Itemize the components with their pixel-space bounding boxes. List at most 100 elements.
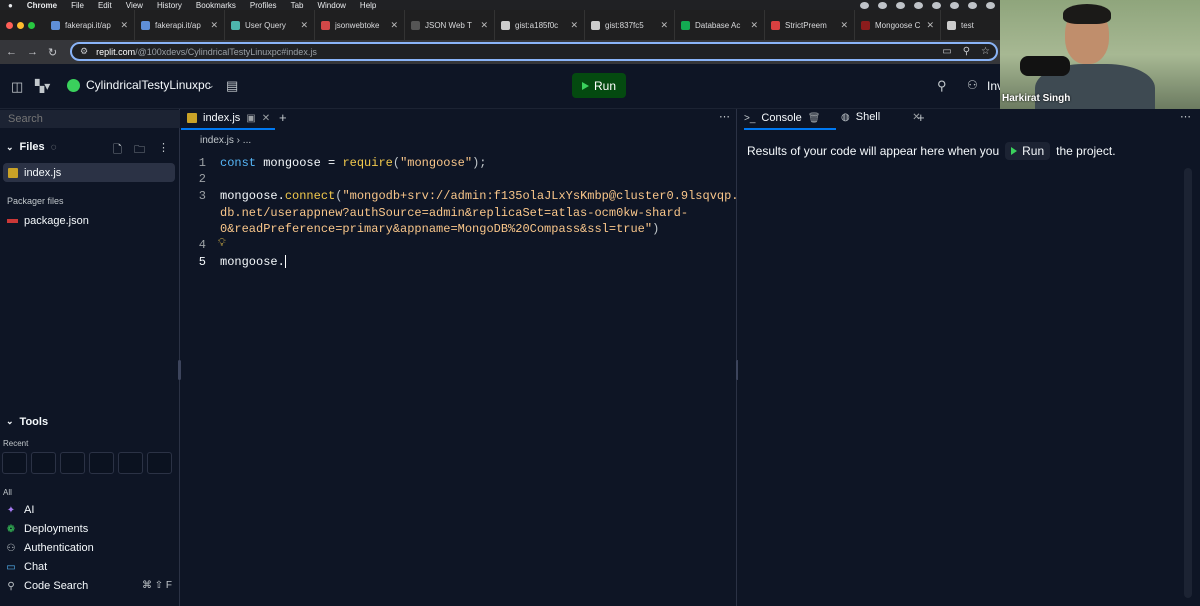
code-line-3-wrap-2[interactable]: 0&readPreference=primary&appname=MongoDB…	[220, 222, 659, 236]
menu-history[interactable]: History	[157, 1, 182, 10]
console-scrollbar[interactable]	[1184, 168, 1192, 598]
menu-file[interactable]: File	[71, 1, 84, 10]
menu-view[interactable]: View	[126, 1, 143, 10]
new-tab-icon[interactable]: +	[279, 110, 287, 125]
tab-shell[interactable]: ◍ Shell ✕	[841, 111, 921, 123]
recent-tool-slot[interactable]	[118, 452, 143, 474]
file-item-package-json[interactable]: package.json	[7, 215, 89, 227]
tab-console[interactable]: >_ Console 🗑︎	[744, 108, 836, 130]
close-tab-icon[interactable]: ✕	[480, 20, 488, 31]
minimize-window-icon[interactable]	[17, 21, 24, 29]
zoom-icon[interactable]: ⚲	[963, 46, 970, 57]
recent-tool-slot[interactable]	[60, 452, 85, 474]
browser-tab[interactable]: User Query ✕	[225, 10, 315, 40]
close-tab-icon[interactable]: ✕	[926, 20, 934, 31]
split-pane-icon[interactable]: ▣	[246, 113, 255, 124]
reload-icon[interactable]: ↻	[48, 46, 57, 59]
editor-tab-index-js[interactable]: index.js ▣ ✕	[181, 108, 275, 130]
keyboard-shortcut: ⌘ ⇧ F	[142, 580, 173, 591]
recent-tool-slot[interactable]	[2, 452, 27, 474]
browser-tab[interactable]: fakerapi.it/ap ✕	[135, 10, 225, 40]
console-run-button[interactable]: Run	[1005, 142, 1051, 160]
menu-window[interactable]: Window	[317, 1, 345, 10]
browser-tab[interactable]: Mongoose C ✕	[855, 10, 941, 40]
status-icon[interactable]	[986, 1, 995, 9]
maximize-window-icon[interactable]	[28, 21, 35, 29]
cast-icon[interactable]: ▭	[942, 46, 951, 57]
close-tab-icon[interactable]: ✕	[660, 20, 668, 31]
sidebar-search-input[interactable]	[0, 110, 180, 128]
code-line-3-wrap-1[interactable]: db.net/userappnew?authSource=admin&repli…	[220, 206, 688, 220]
lightbulb-icon[interactable]: 💡︎	[218, 237, 226, 250]
code-line-3[interactable]: mongoose.connect("mongodb+srv://admin:f1…	[220, 189, 775, 203]
menu-bookmarks[interactable]: Bookmarks	[196, 1, 236, 10]
browser-tab[interactable]: gist:837fc5 ✕	[585, 10, 675, 40]
close-tab-icon[interactable]: ✕	[570, 20, 578, 31]
status-icon[interactable]	[860, 1, 869, 9]
more-options-icon[interactable]: ⋮	[158, 141, 169, 154]
status-icon[interactable]	[878, 1, 887, 9]
new-file-icon[interactable]: 🗋	[113, 141, 122, 160]
invite-user-icon[interactable]: ⚇	[967, 78, 978, 92]
browser-tab[interactable]: fakerapi.it/ap ✕	[45, 10, 135, 40]
status-icon[interactable]	[968, 1, 977, 9]
code-line-1[interactable]: const mongoose = require("mongoose");	[220, 156, 486, 170]
presenter-hair	[1063, 4, 1111, 24]
status-icon[interactable]	[914, 1, 923, 9]
menu-profiles[interactable]: Profiles	[250, 1, 277, 10]
more-options-icon[interactable]: ⋯	[1180, 110, 1191, 123]
workspace-menu-icon[interactable]: ▚▾	[35, 79, 50, 93]
breadcrumb[interactable]: index.js › ...	[200, 135, 251, 146]
recent-tool-slot[interactable]	[147, 452, 172, 474]
status-icon[interactable]	[932, 1, 941, 9]
close-tab-icon[interactable]: ✕	[390, 20, 398, 31]
new-tab-icon[interactable]: +	[917, 110, 925, 125]
tool-chat[interactable]: ▭ Chat	[6, 561, 47, 573]
status-icon[interactable]	[950, 1, 959, 9]
toggle-sidebar-icon[interactable]: ◫	[11, 79, 23, 95]
menu-help[interactable]: Help	[360, 1, 376, 10]
close-window-icon[interactable]	[6, 21, 13, 29]
close-tab-icon[interactable]: ✕	[300, 20, 308, 31]
menu-app-name[interactable]: Chrome	[27, 1, 57, 10]
clear-console-icon[interactable]: 🗑︎	[808, 113, 821, 124]
menu-edit[interactable]: Edit	[98, 1, 112, 10]
bookmark-star-icon[interactable]: ☆	[981, 46, 990, 57]
browser-tab[interactable]: test	[941, 10, 991, 40]
browser-tab[interactable]: Database Ac ✕	[675, 10, 765, 40]
more-options-icon[interactable]: ⋯	[719, 110, 730, 123]
recent-tool-slot[interactable]	[31, 452, 56, 474]
apple-icon[interactable]: ●	[8, 1, 13, 10]
repl-name[interactable]: CylindricalTestyLinuxpc	[86, 78, 211, 92]
back-icon[interactable]: ←	[6, 46, 17, 58]
recent-tool-slot[interactable]	[89, 452, 114, 474]
status-icon[interactable]	[896, 1, 905, 9]
tool-authentication[interactable]: ⚇ Authentication	[6, 542, 94, 554]
close-tab-icon[interactable]: ✕	[210, 20, 218, 31]
browser-tab[interactable]: StrictPreem ✕	[765, 10, 855, 40]
chevron-down-icon[interactable]: ⌄	[207, 80, 215, 91]
search-icon[interactable]: ⚲	[937, 78, 947, 94]
close-tab-icon[interactable]: ✕	[120, 20, 128, 31]
menu-tab[interactable]: Tab	[291, 1, 304, 10]
browser-tab[interactable]: jsonwebtoke ✕	[315, 10, 405, 40]
site-settings-icon[interactable]: ⚙	[80, 46, 88, 57]
tool-deployments[interactable]: ❁ Deployments	[6, 523, 88, 535]
run-button[interactable]: Run	[572, 73, 626, 98]
browser-tab[interactable]: gist:a185f0c ✕	[495, 10, 585, 40]
tool-code-search[interactable]: ⚲ Code Search	[6, 580, 88, 592]
new-folder-icon[interactable]: 🗀	[134, 141, 145, 160]
files-section-header[interactable]: ⌄ Files ◌	[6, 141, 57, 153]
close-tab-icon[interactable]: ✕	[262, 113, 270, 124]
browser-tab[interactable]: JSON Web T ✕	[405, 10, 495, 40]
close-tab-icon[interactable]: ✕	[840, 20, 848, 31]
tools-section-header[interactable]: ⌄ Tools	[6, 416, 48, 428]
tool-ai[interactable]: ✦ AI	[6, 504, 35, 516]
forward-icon[interactable]: →	[27, 46, 38, 58]
console-placeholder-message: Results of your code will appear here wh…	[747, 142, 1116, 160]
repl-info-icon[interactable]: ▤	[226, 78, 238, 94]
file-item-index-js[interactable]: index.js	[3, 163, 175, 182]
close-tab-icon[interactable]: ✕	[750, 20, 758, 31]
code-line-5[interactable]: mongoose.	[220, 255, 286, 269]
address-bar[interactable]: ⚙ replit.com/@100xdevs/CylindricalTestyL…	[70, 42, 998, 61]
